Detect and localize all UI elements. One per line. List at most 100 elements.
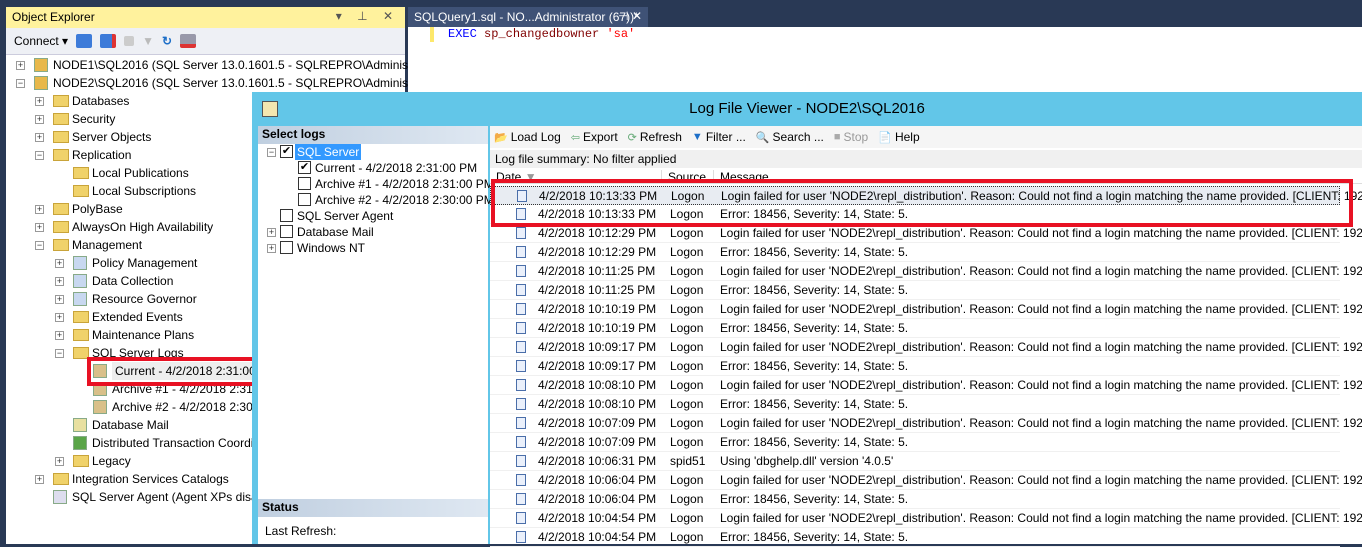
log-row[interactable]: 4/2/2018 10:06:04 PM Logon Error: 18456, S… — [490, 490, 1340, 509]
panel-window-buttons[interactable]: ▾ ⊥ ✕ — [336, 9, 399, 23]
folder-icon — [73, 311, 89, 323]
tree-item-label: Resource Governor — [92, 292, 197, 306]
log-tree-item[interactable]: Archive #2 - 4/2/2018 2:30:00 PM — [258, 192, 494, 208]
activity-monitor-icon[interactable] — [180, 34, 197, 48]
log-tree-item[interactable]: Archive #1 - 4/2/2018 2:31:00 PM — [258, 176, 494, 192]
log-date: 4/2/2018 10:12:29 PM — [538, 245, 657, 259]
disconnect-icon[interactable] — [100, 34, 117, 48]
toolbar-search-button[interactable]: 🔍 Search ... — [756, 130, 824, 144]
log-row[interactable]: 4/2/2018 10:09:17 PM Logon Error: 18456, S… — [490, 357, 1340, 376]
expand-icon[interactable]: + — [16, 61, 25, 70]
log-checkbox[interactable] — [298, 177, 311, 190]
log-message: Login failed for user 'NODE2\repl_distri… — [720, 511, 1362, 525]
stop-icon[interactable] — [124, 36, 135, 46]
toolbar-filter-button[interactable]: ▼ Filter ... — [692, 130, 746, 144]
folder-icon — [73, 185, 89, 197]
expand-icon[interactable]: + — [35, 133, 44, 142]
log-tree-item[interactable]: − ✔ SQL Server — [258, 144, 488, 160]
log-row[interactable]: 4/2/2018 10:10:19 PM Logon Login failed fo… — [490, 300, 1362, 319]
log-checkbox[interactable] — [280, 241, 293, 254]
expand-icon[interactable]: + — [267, 228, 276, 237]
tree-item[interactable]: − NODE2\SQL2016 (SQL Server 13.0.1601.5 -… — [6, 74, 440, 92]
dtc-icon — [73, 436, 87, 450]
expand-icon[interactable]: + — [267, 244, 276, 253]
log-row[interactable]: 4/2/2018 10:11:25 PM Logon Login failed fo… — [490, 262, 1362, 281]
log-checkbox[interactable]: ✔ — [298, 161, 311, 174]
tab-sqlquery1[interactable]: SQLQuery1.sql - NO...Administrator (67))… — [408, 7, 648, 27]
log-row[interactable]: 4/2/2018 10:12:29 PM Logon Error: 18456, S… — [490, 243, 1340, 262]
log-checkbox[interactable] — [298, 193, 311, 206]
tree-item-label: Data Collection — [92, 274, 174, 288]
toolbar-label: Export — [582, 130, 618, 144]
folder-icon — [53, 95, 69, 107]
expand-icon[interactable]: + — [35, 115, 44, 124]
collapse-icon[interactable]: − — [35, 241, 44, 250]
log-message: Error: 18456, Severity: 14, State: 5. — [720, 359, 909, 373]
log-source: Logon — [670, 359, 704, 373]
log-tree-label: Current - 4/2/2018 2:31:00 PM — [315, 161, 478, 175]
log-date: 4/2/2018 10:06:04 PM — [538, 492, 657, 506]
filter-icon[interactable]: ▼ — [142, 34, 154, 48]
log-row[interactable]: 4/2/2018 10:04:54 PM Logon Error: 18456, S… — [490, 528, 1340, 547]
log-row[interactable]: 4/2/2018 10:06:04 PM Logon Login failed fo… — [490, 471, 1362, 490]
connect-button[interactable]: Connect ▾ — [14, 34, 68, 48]
log-row[interactable]: 4/2/2018 10:08:10 PM Logon Login failed fo… — [490, 376, 1362, 395]
tree-item-label: Maintenance Plans — [92, 328, 195, 342]
expand-icon[interactable]: + — [35, 475, 44, 484]
log-row[interactable]: 4/2/2018 10:07:09 PM Logon Error: 18456, S… — [490, 433, 1340, 452]
log-date: 4/2/2018 10:11:25 PM — [538, 264, 656, 278]
stop-icon: ■ — [833, 131, 841, 143]
log-checkbox[interactable]: ✔ — [280, 145, 293, 158]
toolbar-help-button[interactable]: 📄 Help — [878, 130, 919, 144]
log-tree-item[interactable]: ✔ Current - 4/2/2018 2:31:00 PM — [258, 160, 488, 176]
expand-icon[interactable]: + — [55, 277, 64, 286]
log-date: 4/2/2018 10:07:09 PM — [538, 435, 657, 449]
collapse-icon[interactable]: − — [35, 151, 44, 160]
close-icon[interactable]: ⊣ ✕ — [618, 9, 642, 23]
log-checkbox[interactable] — [280, 209, 293, 222]
toolbar-label: Load Log — [510, 130, 561, 144]
expand-icon[interactable]: + — [55, 295, 64, 304]
log-row[interactable]: 4/2/2018 10:06:31 PM spid51 Using 'dbghelp… — [490, 452, 1340, 471]
log-entry-icon — [516, 436, 526, 448]
collapse-icon[interactable]: − — [267, 148, 276, 157]
expand-icon[interactable]: + — [35, 97, 44, 106]
log-tree-item[interactable]: + Windows NT — [258, 240, 488, 256]
expand-icon[interactable]: + — [55, 313, 64, 322]
toolbar-loadlog-button[interactable]: 📂 Load Log — [494, 130, 561, 144]
connect-icon[interactable] — [76, 34, 93, 48]
collapse-icon[interactable]: − — [16, 79, 25, 88]
folder-open-icon: 📂 — [494, 131, 508, 144]
refresh-icon[interactable]: ↻ — [162, 34, 172, 48]
refresh-icon: ⟳ — [627, 131, 637, 144]
expand-icon[interactable]: + — [35, 223, 44, 232]
search-icon: 🔍 — [755, 131, 770, 144]
log-message: Login failed for user 'NODE2\repl_distri… — [720, 302, 1362, 316]
expand-icon[interactable]: + — [35, 205, 44, 214]
log-tree-item[interactable]: SQL Server Agent — [258, 208, 488, 224]
log-row[interactable]: 4/2/2018 10:08:10 PM Logon Error: 18456, S… — [490, 395, 1340, 414]
log-source: Logon — [670, 473, 704, 487]
toolbar-stop-button[interactable]: ■ Stop — [834, 130, 868, 144]
log-source: Logon — [670, 283, 704, 297]
log-row[interactable]: 4/2/2018 10:07:09 PM Logon Login failed fo… — [490, 414, 1362, 433]
expand-icon[interactable]: + — [55, 259, 64, 268]
collapse-icon[interactable]: − — [55, 349, 64, 358]
log-tree-item[interactable]: + Database Mail — [258, 224, 488, 240]
log-row[interactable]: 4/2/2018 10:10:19 PM Logon Error: 18456, S… — [490, 319, 1340, 338]
filter-icon: ▼ — [691, 131, 703, 143]
expand-icon[interactable]: + — [55, 457, 64, 466]
tree-item[interactable]: + NODE1\SQL2016 (SQL Server 13.0.1601.5 -… — [6, 56, 440, 74]
toolbar-export-button[interactable]: ⇦ Export — [571, 130, 618, 144]
log-row[interactable]: 4/2/2018 10:04:54 PM Logon Login failed fo… — [490, 509, 1362, 528]
log-source: Logon — [670, 378, 704, 392]
log-entry-icon — [516, 474, 526, 486]
toolbar-refresh-button[interactable]: ⟳ Refresh — [628, 130, 682, 144]
log-row[interactable]: 4/2/2018 10:09:17 PM Logon Login failed fo… — [490, 338, 1362, 357]
log-checkbox[interactable] — [280, 225, 293, 238]
log-entry-icon — [516, 455, 526, 467]
log-entry-icon — [516, 493, 526, 505]
expand-icon[interactable]: + — [55, 331, 64, 340]
log-row[interactable]: 4/2/2018 10:11:25 PM Logon Error: 18456, S… — [490, 281, 1340, 300]
help-icon: 📄 — [878, 131, 892, 144]
